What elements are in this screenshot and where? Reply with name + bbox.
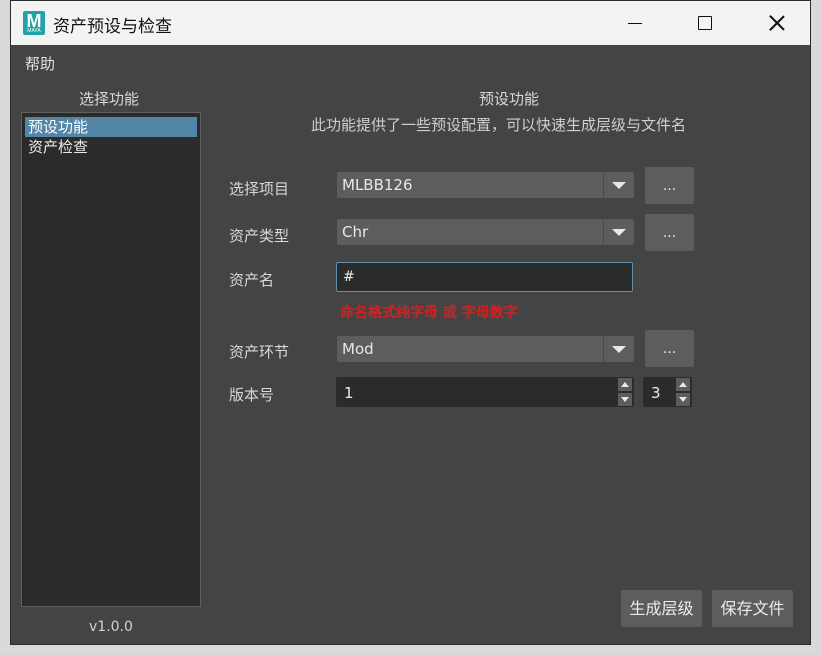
menu-help[interactable]: 帮助 bbox=[25, 53, 55, 74]
project-browse-button[interactable]: ... bbox=[645, 167, 694, 204]
project-combo[interactable]: MLBB126 bbox=[337, 172, 634, 198]
maximize-button[interactable] bbox=[670, 1, 740, 45]
version-minor-decrement[interactable] bbox=[676, 393, 690, 406]
version-major-value: 1 bbox=[344, 384, 354, 402]
project-label: 选择项目 bbox=[229, 180, 290, 198]
naming-warning: 命名格式纯字母 或 字母数字 bbox=[340, 305, 518, 321]
asset-type-combo[interactable]: Chr bbox=[337, 219, 634, 245]
save-file-button[interactable]: 保存文件 bbox=[712, 590, 793, 627]
section-title: 预设功能 bbox=[479, 90, 540, 108]
maximize-icon bbox=[698, 16, 712, 30]
version-major-spinbox[interactable]: 1 bbox=[336, 377, 634, 407]
main-window: M MAYA 资产预设与检查 帮助 选择功能 预设功能 资产检查 v1.0.0 … bbox=[10, 0, 811, 645]
arrow-down-icon bbox=[679, 397, 687, 402]
asset-name-value: # bbox=[343, 269, 355, 285]
minimize-button[interactable] bbox=[600, 1, 670, 45]
chevron-down-icon bbox=[612, 345, 626, 353]
list-item-preset[interactable]: 预设功能 bbox=[25, 117, 197, 137]
version-label: v1.0.0 bbox=[89, 619, 133, 635]
asset-type-browse-button[interactable]: ... bbox=[645, 214, 694, 251]
asset-name-label: 资产名 bbox=[229, 271, 275, 289]
version-major-decrement[interactable] bbox=[618, 393, 632, 406]
list-item-check[interactable]: 资产检查 bbox=[25, 137, 197, 157]
arrow-up-icon bbox=[679, 382, 687, 387]
section-description: 此功能提供了一些预设配置，可以快速生成层级与文件名 bbox=[311, 116, 687, 134]
asset-stage-dropdown-arrow[interactable] bbox=[603, 336, 634, 362]
minimize-icon bbox=[628, 22, 642, 24]
asset-type-label: 资产类型 bbox=[229, 227, 290, 245]
maya-app-icon: M MAYA bbox=[23, 11, 45, 35]
version-minor-value: 3 bbox=[651, 384, 661, 402]
arrow-up-icon bbox=[621, 382, 629, 387]
title-bar[interactable]: M MAYA 资产预设与检查 bbox=[11, 1, 810, 45]
arrow-down-icon bbox=[621, 397, 629, 402]
close-icon bbox=[769, 15, 785, 31]
generate-hierarchy-button[interactable]: 生成层级 bbox=[621, 590, 702, 627]
version-number-label: 版本号 bbox=[229, 386, 275, 404]
asset-name-input[interactable]: # bbox=[336, 262, 633, 292]
function-list-title: 选择功能 bbox=[79, 90, 140, 108]
asset-stage-browse-button[interactable]: ... bbox=[645, 330, 694, 367]
asset-stage-value: Mod bbox=[342, 340, 374, 358]
asset-stage-combo[interactable]: Mod bbox=[337, 336, 634, 362]
window-title: 资产预设与检查 bbox=[53, 17, 172, 37]
asset-stage-label: 资产环节 bbox=[229, 343, 290, 361]
project-value: MLBB126 bbox=[342, 176, 413, 194]
close-button[interactable] bbox=[742, 1, 810, 45]
project-dropdown-arrow[interactable] bbox=[603, 172, 634, 198]
version-minor-spin-buttons bbox=[676, 378, 690, 406]
function-list[interactable]: 预设功能 资产检查 bbox=[21, 112, 201, 607]
asset-type-dropdown-arrow[interactable] bbox=[603, 219, 634, 245]
chevron-down-icon bbox=[612, 228, 626, 236]
chevron-down-icon bbox=[612, 181, 626, 189]
version-major-spin-buttons bbox=[618, 378, 632, 406]
version-major-increment[interactable] bbox=[618, 378, 632, 391]
asset-type-value: Chr bbox=[342, 223, 369, 241]
menu-bar: 帮助 bbox=[11, 45, 810, 75]
version-minor-spinbox[interactable]: 3 bbox=[643, 377, 692, 407]
version-minor-increment[interactable] bbox=[676, 378, 690, 391]
